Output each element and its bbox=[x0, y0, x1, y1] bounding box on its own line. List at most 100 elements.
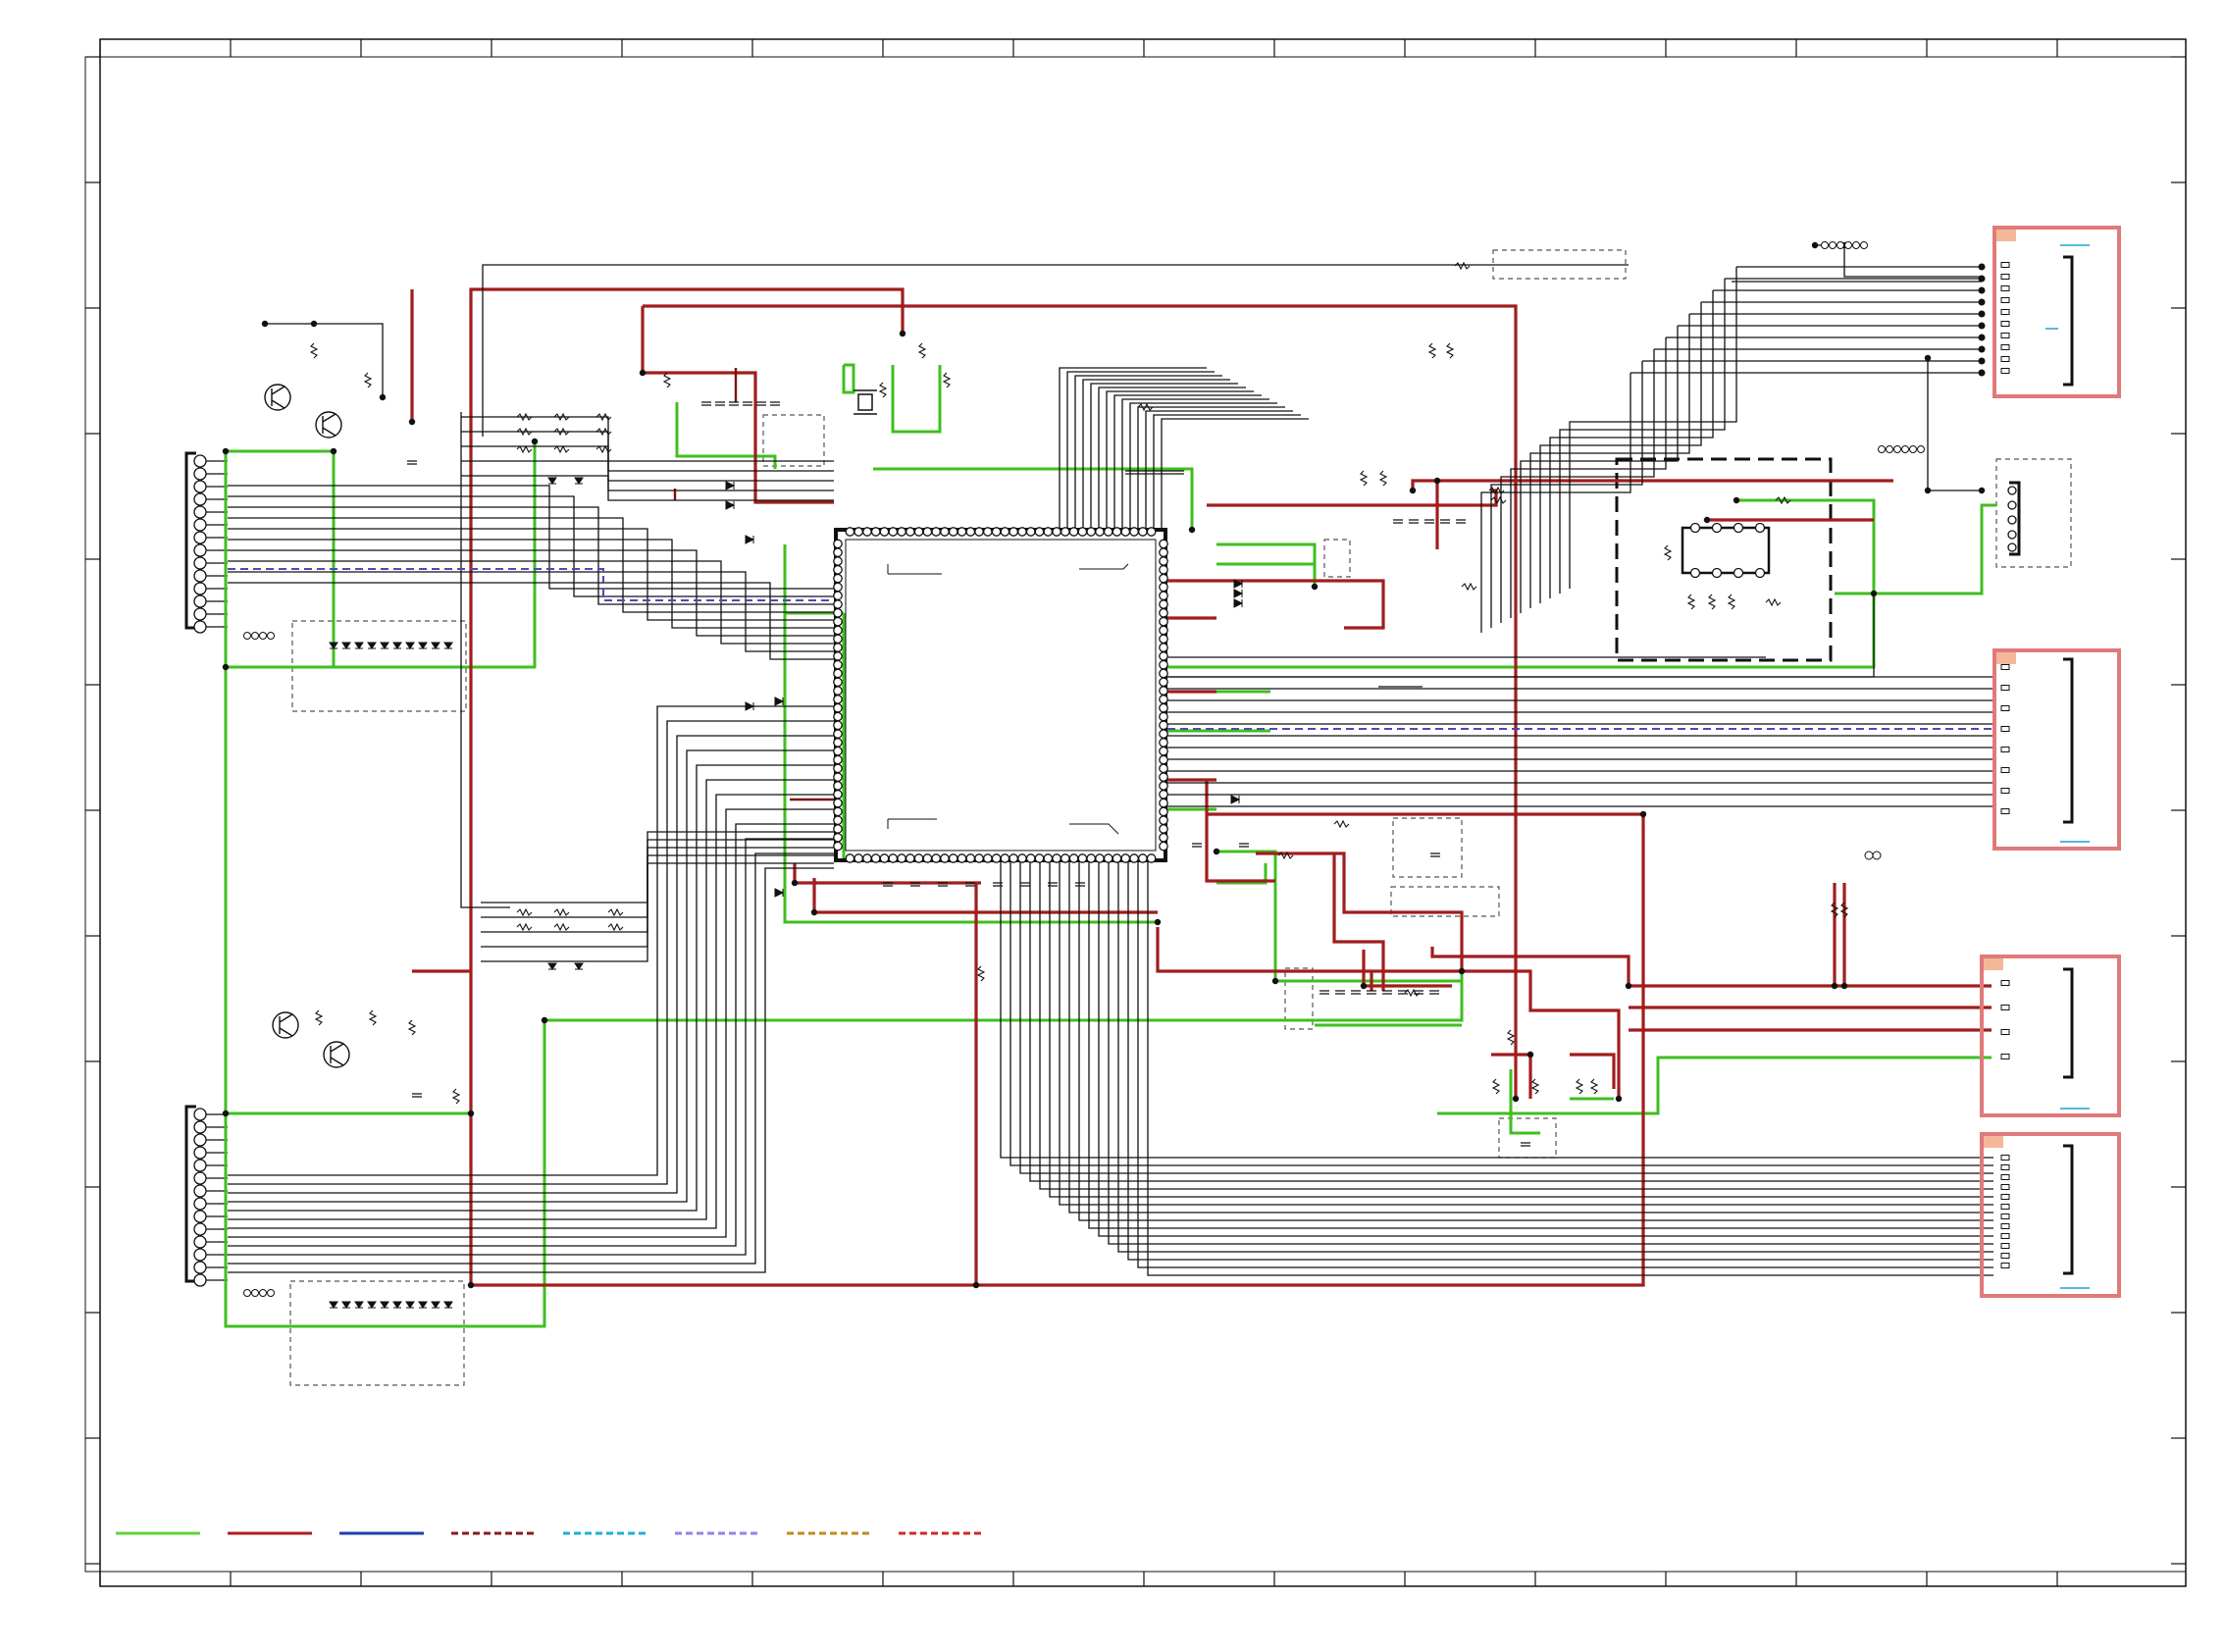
junction-dot bbox=[1978, 322, 1986, 330]
ic-pin bbox=[1034, 853, 1045, 863]
ic-pin bbox=[948, 527, 958, 537]
ic-pin bbox=[1043, 527, 1054, 537]
diode bbox=[418, 1301, 428, 1309]
junction-dot bbox=[1703, 516, 1711, 524]
ic-pin bbox=[888, 853, 899, 863]
ic-pin bbox=[1017, 853, 1027, 863]
ic-pin bbox=[957, 527, 967, 537]
resistor bbox=[1490, 495, 1507, 505]
capacitor bbox=[756, 401, 766, 406]
ic-pin bbox=[833, 539, 843, 549]
resistor bbox=[1530, 1078, 1540, 1095]
ic-pin bbox=[922, 527, 933, 537]
connector-pin bbox=[193, 1222, 207, 1236]
ground-nets bbox=[224, 363, 1996, 1328]
diode bbox=[745, 701, 755, 711]
ic-pin bbox=[1159, 607, 1168, 618]
connector-pin bbox=[193, 569, 207, 583]
ic-pin bbox=[1689, 567, 1701, 579]
capacitor bbox=[1440, 519, 1450, 524]
ic-pin bbox=[1159, 806, 1168, 817]
ic-pin bbox=[1159, 591, 1168, 601]
ic-pin bbox=[1754, 567, 1766, 579]
ic-pin bbox=[897, 527, 906, 537]
resistor bbox=[516, 444, 533, 454]
ic-pin bbox=[1095, 527, 1105, 537]
signal-wire bbox=[1127, 860, 1993, 1261]
signal-wire bbox=[228, 495, 834, 597]
junction-dots bbox=[222, 241, 1986, 1297]
junction-dot bbox=[1978, 357, 1986, 365]
ic-pin bbox=[833, 564, 843, 575]
junction-dot bbox=[1978, 334, 1986, 341]
connector-pin bbox=[193, 1210, 207, 1223]
diode bbox=[431, 1301, 440, 1309]
ic-pin bbox=[965, 853, 976, 863]
diode bbox=[431, 642, 440, 649]
ic-pin bbox=[1754, 522, 1766, 534]
ic-pin bbox=[1159, 824, 1168, 834]
junction-dot bbox=[1978, 369, 1986, 377]
diode bbox=[1233, 598, 1244, 608]
transistor-q4 bbox=[323, 1041, 350, 1068]
connector-pin bbox=[2000, 788, 2010, 794]
ic-pin bbox=[1689, 522, 1701, 534]
ic-pin bbox=[1025, 527, 1036, 537]
resistor bbox=[1506, 1029, 1516, 1046]
signal-wire bbox=[228, 517, 834, 613]
signal-wire bbox=[1078, 860, 1993, 1221]
ic-pin bbox=[1034, 527, 1045, 537]
resistor bbox=[1359, 470, 1369, 487]
connector-pin bbox=[2000, 1029, 2010, 1035]
diode bbox=[574, 477, 584, 485]
test-point bbox=[1893, 445, 1901, 453]
ic-pin bbox=[974, 527, 984, 537]
ic-pin bbox=[1009, 527, 1019, 537]
connector-pin bbox=[193, 505, 207, 519]
signal-bundles bbox=[228, 266, 1993, 1276]
ic-pin bbox=[833, 695, 843, 704]
capacitor bbox=[729, 401, 739, 406]
ic-pin bbox=[965, 527, 976, 537]
junction-dot bbox=[1409, 487, 1417, 494]
signal-wire bbox=[1500, 348, 1982, 623]
ic-pin bbox=[1159, 738, 1168, 748]
test-point bbox=[243, 632, 251, 640]
power-nets bbox=[410, 287, 1992, 1287]
connector-pin bbox=[193, 582, 207, 595]
dashed-blocks bbox=[289, 249, 2072, 1386]
ic-pin bbox=[854, 853, 864, 863]
ic-pin bbox=[833, 781, 843, 791]
ic-pin bbox=[931, 853, 942, 863]
signal-wire bbox=[228, 485, 834, 590]
ic-pin bbox=[1103, 527, 1113, 537]
ic-pin bbox=[833, 754, 843, 765]
ic-pin bbox=[1052, 527, 1061, 537]
ic-pin bbox=[1159, 643, 1168, 652]
signal-wire bbox=[1098, 387, 1246, 530]
junction-dot bbox=[467, 1281, 475, 1289]
ic-pin bbox=[845, 853, 855, 863]
junction-dot bbox=[1154, 918, 1162, 926]
ic-pin bbox=[862, 853, 872, 863]
capacitor bbox=[1192, 843, 1202, 848]
ic-pin bbox=[833, 634, 843, 645]
connector-pin bbox=[193, 1261, 207, 1274]
test-point bbox=[259, 632, 267, 640]
ic-pin bbox=[870, 527, 881, 537]
resistor bbox=[451, 1088, 461, 1105]
transistor-q3 bbox=[272, 1011, 299, 1039]
junction-dot bbox=[1213, 848, 1220, 855]
connector-pin bbox=[2000, 356, 2010, 362]
junction-dot bbox=[1978, 310, 1986, 318]
ic-pin bbox=[1711, 567, 1723, 579]
ic-pin bbox=[1159, 616, 1168, 627]
junction-dot bbox=[1733, 496, 1740, 504]
test-point bbox=[243, 1289, 251, 1297]
connector-pin bbox=[2000, 285, 2010, 291]
ic-pin bbox=[1159, 582, 1168, 593]
ic-pin bbox=[1017, 527, 1027, 537]
ic-pin bbox=[833, 763, 843, 774]
ic-pin bbox=[931, 527, 942, 537]
ic-pin bbox=[1129, 527, 1139, 537]
